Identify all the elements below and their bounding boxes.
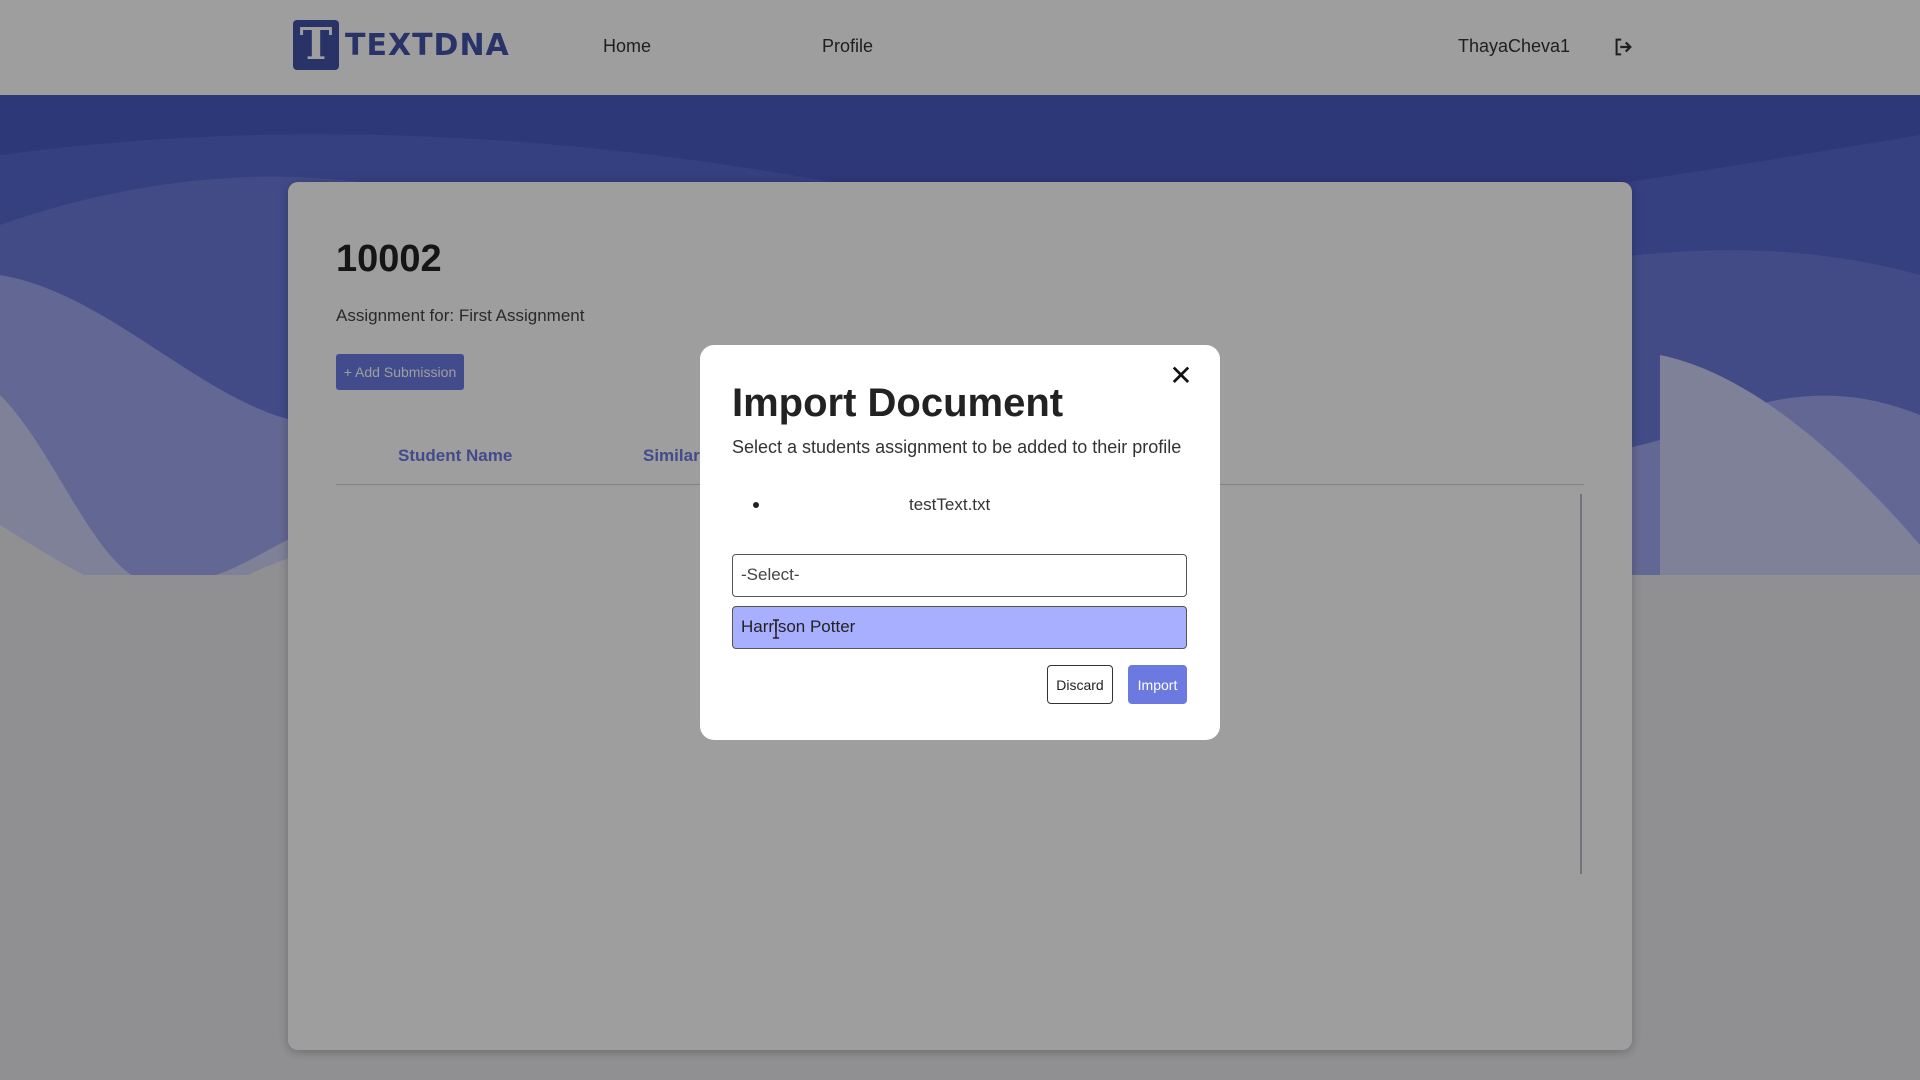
modal-title: Import Document	[732, 381, 1064, 425]
student-select[interactable]: -Select-	[732, 554, 1187, 597]
close-icon[interactable]: ✕	[1166, 361, 1196, 391]
text-cursor-icon	[773, 619, 779, 639]
file-list: testText.txt	[750, 495, 1170, 515]
modal-description: Select a students assignment to be added…	[732, 437, 1182, 457]
import-button[interactable]: Import	[1128, 665, 1187, 704]
import-document-modal: ✕ Import Document Select a students assi…	[700, 345, 1220, 740]
page: T TEXTDNA Home Profile ThayaCheva1 10002…	[0, 0, 1920, 1080]
discard-button[interactable]: Discard	[1047, 665, 1113, 704]
student-option-highlighted[interactable]: Harrison Potter	[732, 606, 1187, 649]
file-name: testText.txt	[909, 495, 991, 514]
file-list-item: testText.txt	[750, 495, 1170, 515]
bullet-icon	[753, 502, 759, 508]
